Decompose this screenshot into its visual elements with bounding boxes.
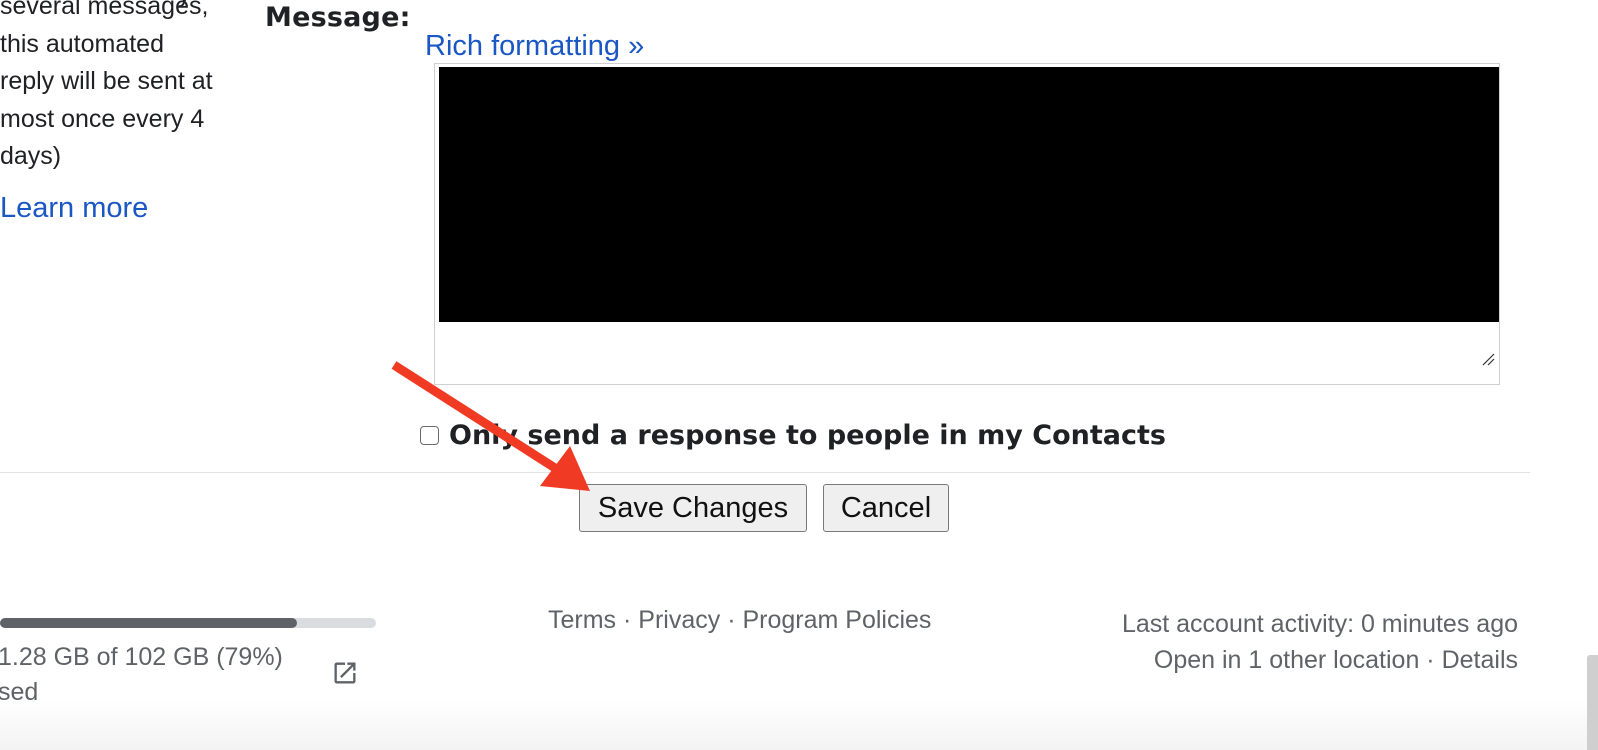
redacted-message-content <box>439 67 1499 322</box>
resize-grip-icon[interactable] <box>1481 352 1495 366</box>
description-line: this automated <box>0 29 164 58</box>
scrollbar-thumb[interactable] <box>1587 655 1598 750</box>
message-textarea[interactable] <box>434 63 1500 385</box>
program-policies-link[interactable]: Program Policies <box>742 606 931 634</box>
terms-link[interactable]: Terms <box>548 606 616 634</box>
storage-usage-bar <box>0 618 376 628</box>
link-separator: · <box>616 606 639 634</box>
privacy-link[interactable]: Privacy <box>638 606 720 634</box>
description-line: reply will be sent at <box>0 67 213 95</box>
description-line: several messages, <box>0 0 209 20</box>
description-line: days) <box>0 142 62 170</box>
last-account-activity: Last account activity: 0 minutes ago <box>1121 610 1518 638</box>
activity-separator: · <box>1419 646 1442 674</box>
storage-usage-fill <box>0 618 298 628</box>
message-label: Message: <box>265 2 411 33</box>
contacts-only-label[interactable]: Only send a response to people in my Con… <box>449 420 1166 451</box>
contacts-only-checkbox[interactable] <box>420 426 439 445</box>
save-changes-button[interactable]: Save Changes <box>579 484 807 532</box>
storage-usage-line: sed <box>0 678 39 706</box>
open-in-new-icon[interactable] <box>331 659 359 687</box>
link-separator: · <box>720 606 743 634</box>
learn-more-link[interactable]: Learn more <box>0 192 148 225</box>
cancel-button[interactable]: Cancel <box>823 484 949 532</box>
description-line: most once every 4 <box>0 104 205 133</box>
open-locations-row: Open in 1 other location · Details <box>1122 642 1518 678</box>
details-link[interactable]: Details <box>1442 646 1518 674</box>
open-locations-text: Open in 1 other location <box>1153 646 1420 674</box>
footer-links: Terms · Privacy · Program Policies <box>548 606 931 635</box>
contacts-only-option[interactable]: Only send a response to people in my Con… <box>420 420 1166 451</box>
vacation-frequency-description: several messages, this automated reply w… <box>0 0 250 176</box>
divider <box>0 472 1530 473</box>
account-activity: Last account activity: 0 minutes ago Ope… <box>1122 606 1518 678</box>
storage-usage-line: 1.28 GB of 102 GB (79%) <box>0 643 283 671</box>
storage-usage-text: 1.28 GB of 102 GB (79%) sed <box>0 640 300 710</box>
rich-formatting-link[interactable]: Rich formatting » <box>425 30 644 63</box>
